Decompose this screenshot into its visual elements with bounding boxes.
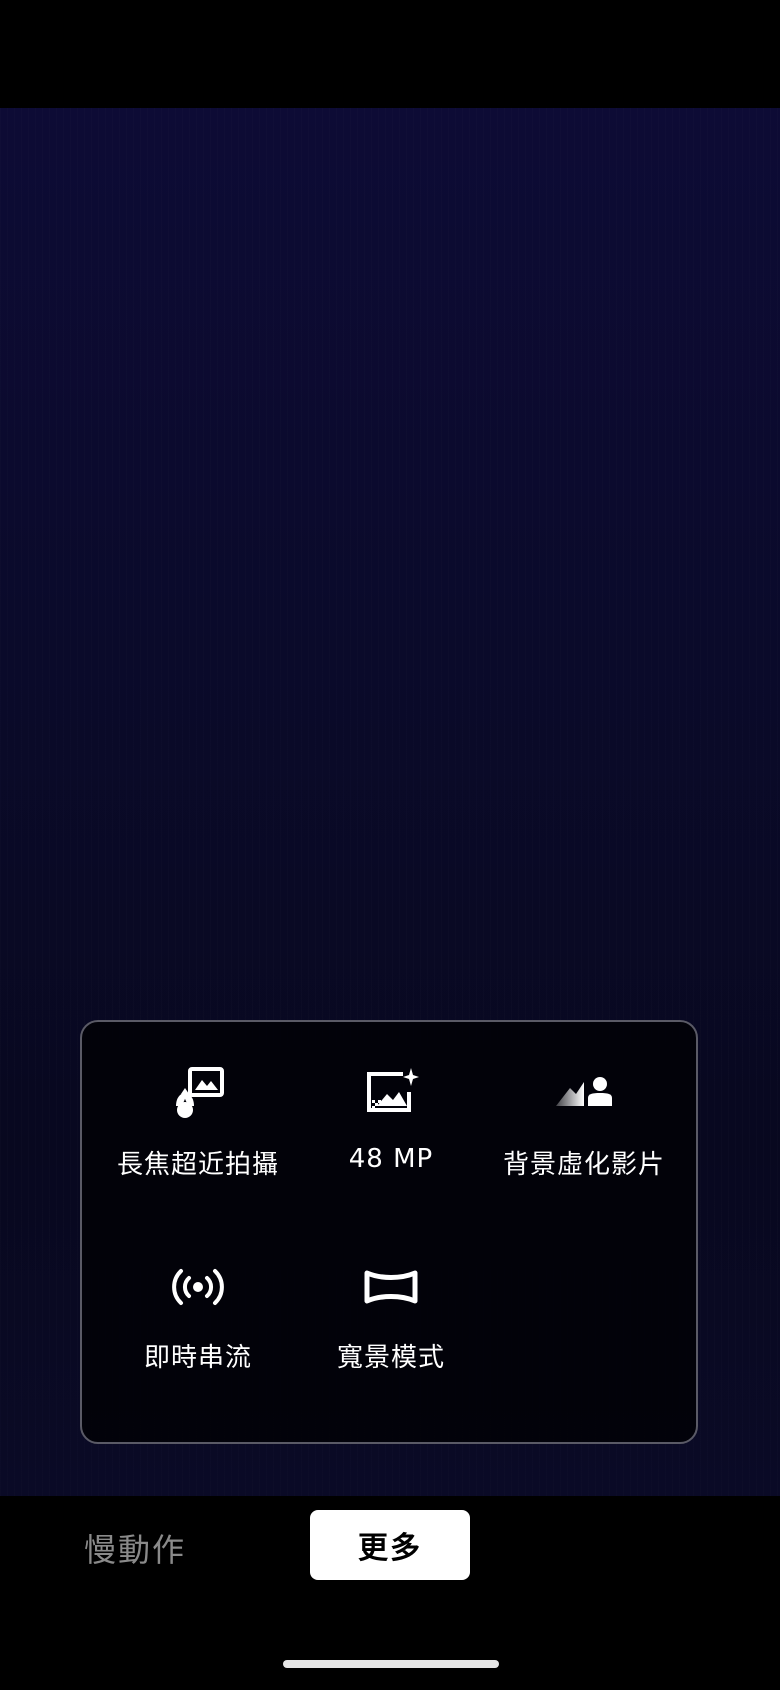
mode-label: 寬景模式	[336, 1343, 445, 1373]
mode-panorama[interactable]: 寬景模式	[291, 1215, 491, 1373]
panorama-icon	[361, 1259, 421, 1315]
home-indicator[interactable]	[283, 1660, 499, 1668]
tab-slow-motion[interactable]: 慢動作	[84, 1525, 186, 1571]
more-modes-panel: 長焦超近拍攝 48 MP 背景虛化影片 即時串流 寬景模式	[80, 1020, 698, 1444]
mode-label: 長焦超近拍攝	[116, 1150, 279, 1180]
top-bar	[0, 0, 780, 108]
mode-label: 背景虛化影片	[502, 1150, 665, 1180]
mode-bokeh-video[interactable]: 背景虛化影片	[484, 1022, 684, 1180]
live-stream-icon	[168, 1259, 228, 1315]
mode-48mp[interactable]: 48 MP	[291, 1022, 491, 1174]
mode-tele-macro[interactable]: 長焦超近拍攝	[98, 1022, 298, 1180]
48mp-icon	[361, 1066, 421, 1122]
tele-macro-icon	[168, 1066, 228, 1122]
bokeh-video-icon	[554, 1066, 614, 1122]
tab-more[interactable]: 更多	[310, 1510, 470, 1580]
mode-label: 即時串流	[143, 1343, 252, 1373]
mode-live-stream[interactable]: 即時串流	[98, 1215, 298, 1373]
mode-label: 48 MP	[348, 1144, 434, 1174]
